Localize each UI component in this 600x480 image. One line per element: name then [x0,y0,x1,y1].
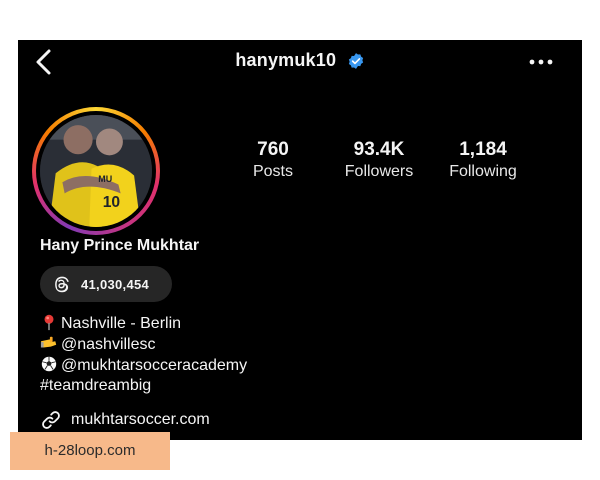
watermark-label: h-28loop.com [10,432,170,470]
svg-text:MU: MU [98,174,112,184]
threads-icon [55,276,69,293]
followers-stat[interactable]: 93.4K Followers [334,139,424,183]
more-options-button[interactable] [528,52,554,72]
followers-label: Followers [344,163,414,180]
soccer-ball-icon [41,356,57,372]
verified-badge-icon [348,52,363,69]
avatar-border: 10 MU [36,111,156,231]
more-horizontal-icon [529,59,553,65]
website-link-text: mukhtarsoccer.com [71,411,210,428]
following-count: 1,184 [459,139,507,160]
avatar-story-ring[interactable]: 10 MU [32,107,160,235]
posts-count: 760 [257,139,289,160]
pin-icon [44,314,54,331]
bio-academy: @mukhtarsocceracademy [40,355,247,376]
profile-header: hanymuk10 [18,50,582,71]
svg-text:10: 10 [103,194,121,211]
avatar: 10 MU [40,115,152,227]
posts-stat[interactable]: 760 Posts [240,139,306,183]
threads-badge-button[interactable]: 41,030,454 [40,266,172,302]
bio-club: @nashvillesc [40,334,156,355]
mention-mukhtarsocceracademy[interactable]: @mukhtarsocceracademy [61,357,247,374]
mention-nashvillesc[interactable]: @nashvillesc [61,336,156,353]
following-stat[interactable]: 1,184 Following [440,139,526,183]
bio-location: Nashville - Berlin [40,313,181,334]
bio-location-text: Nashville - Berlin [61,315,182,332]
threads-count: 41,030,454 [81,276,150,292]
display-name: Hany Prince Mukhtar [40,237,200,254]
username-title: hanymuk10 [235,50,337,70]
link-icon [42,411,60,429]
following-label: Following [449,163,517,180]
profile-screen: hanymuk10 10 MU 760 Posts 93.4K Follower… [18,40,582,440]
hand-emoji-icon [40,336,57,348]
hashtag-teamdreambig[interactable]: #teamdreambig [40,376,151,396]
posts-label: Posts [252,163,293,180]
profile-photo: 10 MU [40,115,152,227]
followers-count: 93.4K [353,139,405,160]
website-link[interactable]: mukhtarsoccer.com [40,409,210,431]
